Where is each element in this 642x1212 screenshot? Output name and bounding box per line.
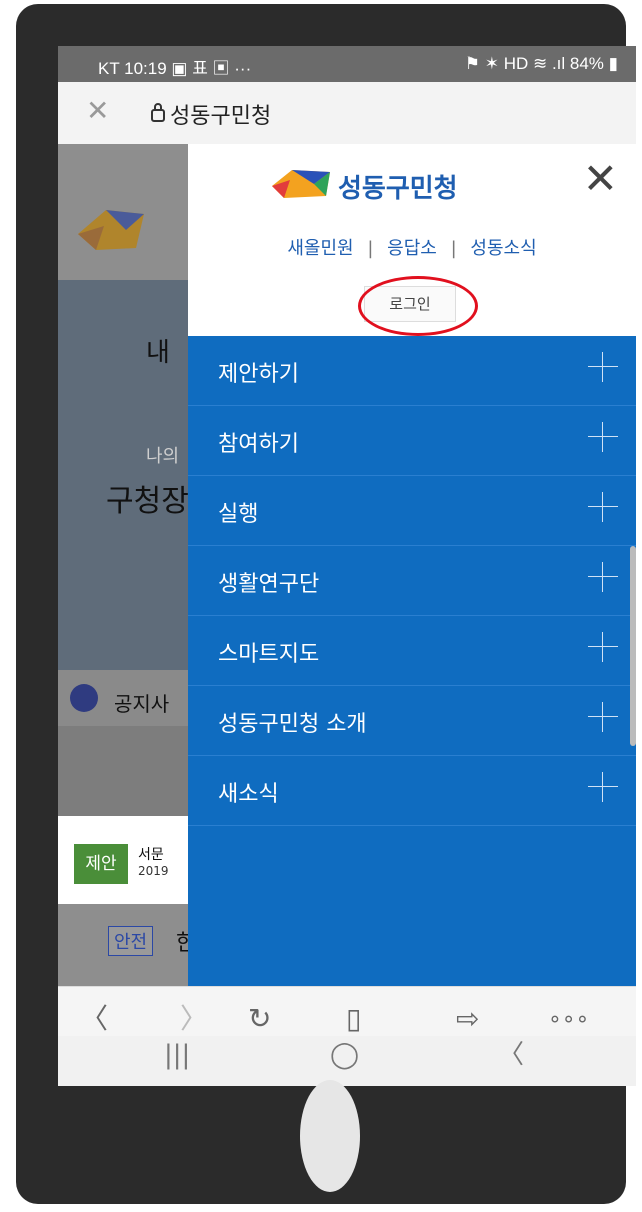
drawer-menu: 제안하기 참여하기 실행 생활연구단 스마트지도 성동구민청 소개 새소식 [188,336,636,986]
status-bar: KT 10:19 ▣ 표 ▣ ··· ⚑ ✶ HD ≋ .ıl 84% ▮ [58,46,636,82]
back-nav-icon[interactable]: 〈 [498,1042,524,1068]
menu-item-label: 새소식 [218,782,279,807]
brand-logo-icon [272,170,330,198]
bg-item-title: 서문 [138,847,164,863]
menu-item-research-group[interactable]: 생활연구단 [188,546,636,616]
status-left: KT 10:19 ▣ 표 ▣ ··· [98,59,252,78]
close-icon[interactable]: ✕ [583,158,618,200]
quick-link-saeol[interactable]: 새올민원 [287,238,353,259]
bookmark-icon[interactable]: ▯ [346,1005,361,1033]
recent-apps-icon[interactable]: ||| [164,1042,190,1068]
menu-item-propose[interactable]: 제안하기 [188,336,636,406]
menu-item-participate[interactable]: 참여하기 [188,406,636,476]
menu-item-smart-map[interactable]: 스마트지도 [188,616,636,686]
scrollbar[interactable] [630,546,636,746]
url-bar: ✕ 성동구민청 [58,82,636,145]
plus-icon[interactable] [588,632,618,662]
share-icon[interactable]: ⇨ [456,1005,479,1033]
status-right: ⚑ ✶ HD ≋ .ıl 84% ▮ [464,54,618,73]
plus-icon[interactable] [588,562,618,592]
menu-item-label: 참여하기 [218,432,299,457]
plus-icon[interactable] [588,422,618,452]
screen: KT 10:19 ▣ 표 ▣ ··· ⚑ ✶ HD ≋ .ıl 84% ▮ ✕ … [58,46,636,1086]
menu-item-label: 스마트지도 [218,642,320,667]
brand-name: 성동구민청 [338,174,458,204]
refresh-icon[interactable]: ↻ [248,1005,271,1033]
bg-line: 구청장 [106,484,189,519]
menu-item-news[interactable]: 새소식 [188,756,636,826]
bg-heading: 내 [146,338,170,368]
quick-link-news[interactable]: 성동소식 [470,238,536,259]
bg-sub: 나의 [146,446,180,467]
quick-link-response[interactable]: 응답소 [387,238,437,259]
microphone-icon [70,684,98,712]
bg-item-date: 2019 [138,864,169,878]
home-icon[interactable]: ◯ [330,1042,359,1068]
phone-frame: KT 10:19 ▣ 표 ▣ ··· ⚑ ✶ HD ≋ .ıl 84% ▮ ✕ … [16,4,636,1204]
plus-icon[interactable] [588,702,618,732]
menu-item-execute[interactable]: 실행 [188,476,636,546]
separator: | [367,238,374,259]
menu-item-label: 실행 [218,502,259,527]
plus-icon[interactable] [588,772,618,802]
bg-logo-icon [78,210,144,250]
menu-item-label: 생활연구단 [218,572,320,597]
menu-item-label: 성동구민청 소개 [218,712,367,737]
quick-links: 새올민원 | 응답소 | 성동소식 [188,234,636,260]
close-tab-icon[interactable]: ✕ [86,94,109,127]
plus-icon[interactable] [588,352,618,382]
page-title: 성동구민청 [170,104,272,129]
tag-safety: 안전 [108,926,154,956]
menu-item-label: 제안하기 [218,362,299,387]
bg-notice-label: 공지사 [114,692,170,716]
menu-item-about[interactable]: 성동구민청 소개 [188,686,636,756]
tag-proposal: 제안 [74,844,128,884]
plus-icon[interactable] [588,492,618,522]
more-icon[interactable]: ∘∘∘ [548,1009,589,1031]
side-drawer: 성동구민청 ✕ 새올민원 | 응답소 | 성동소식 로그인 제안하기 참여하기 [188,144,636,986]
highlight-circle [358,276,478,336]
forward-icon[interactable]: 〉 [180,1005,208,1033]
lock-icon [151,103,165,122]
android-navbar: ||| ◯ 〈 [58,1036,636,1086]
back-icon[interactable]: 〈 [80,1005,108,1033]
hardware-home-button[interactable] [300,1080,360,1192]
separator: | [450,238,457,259]
